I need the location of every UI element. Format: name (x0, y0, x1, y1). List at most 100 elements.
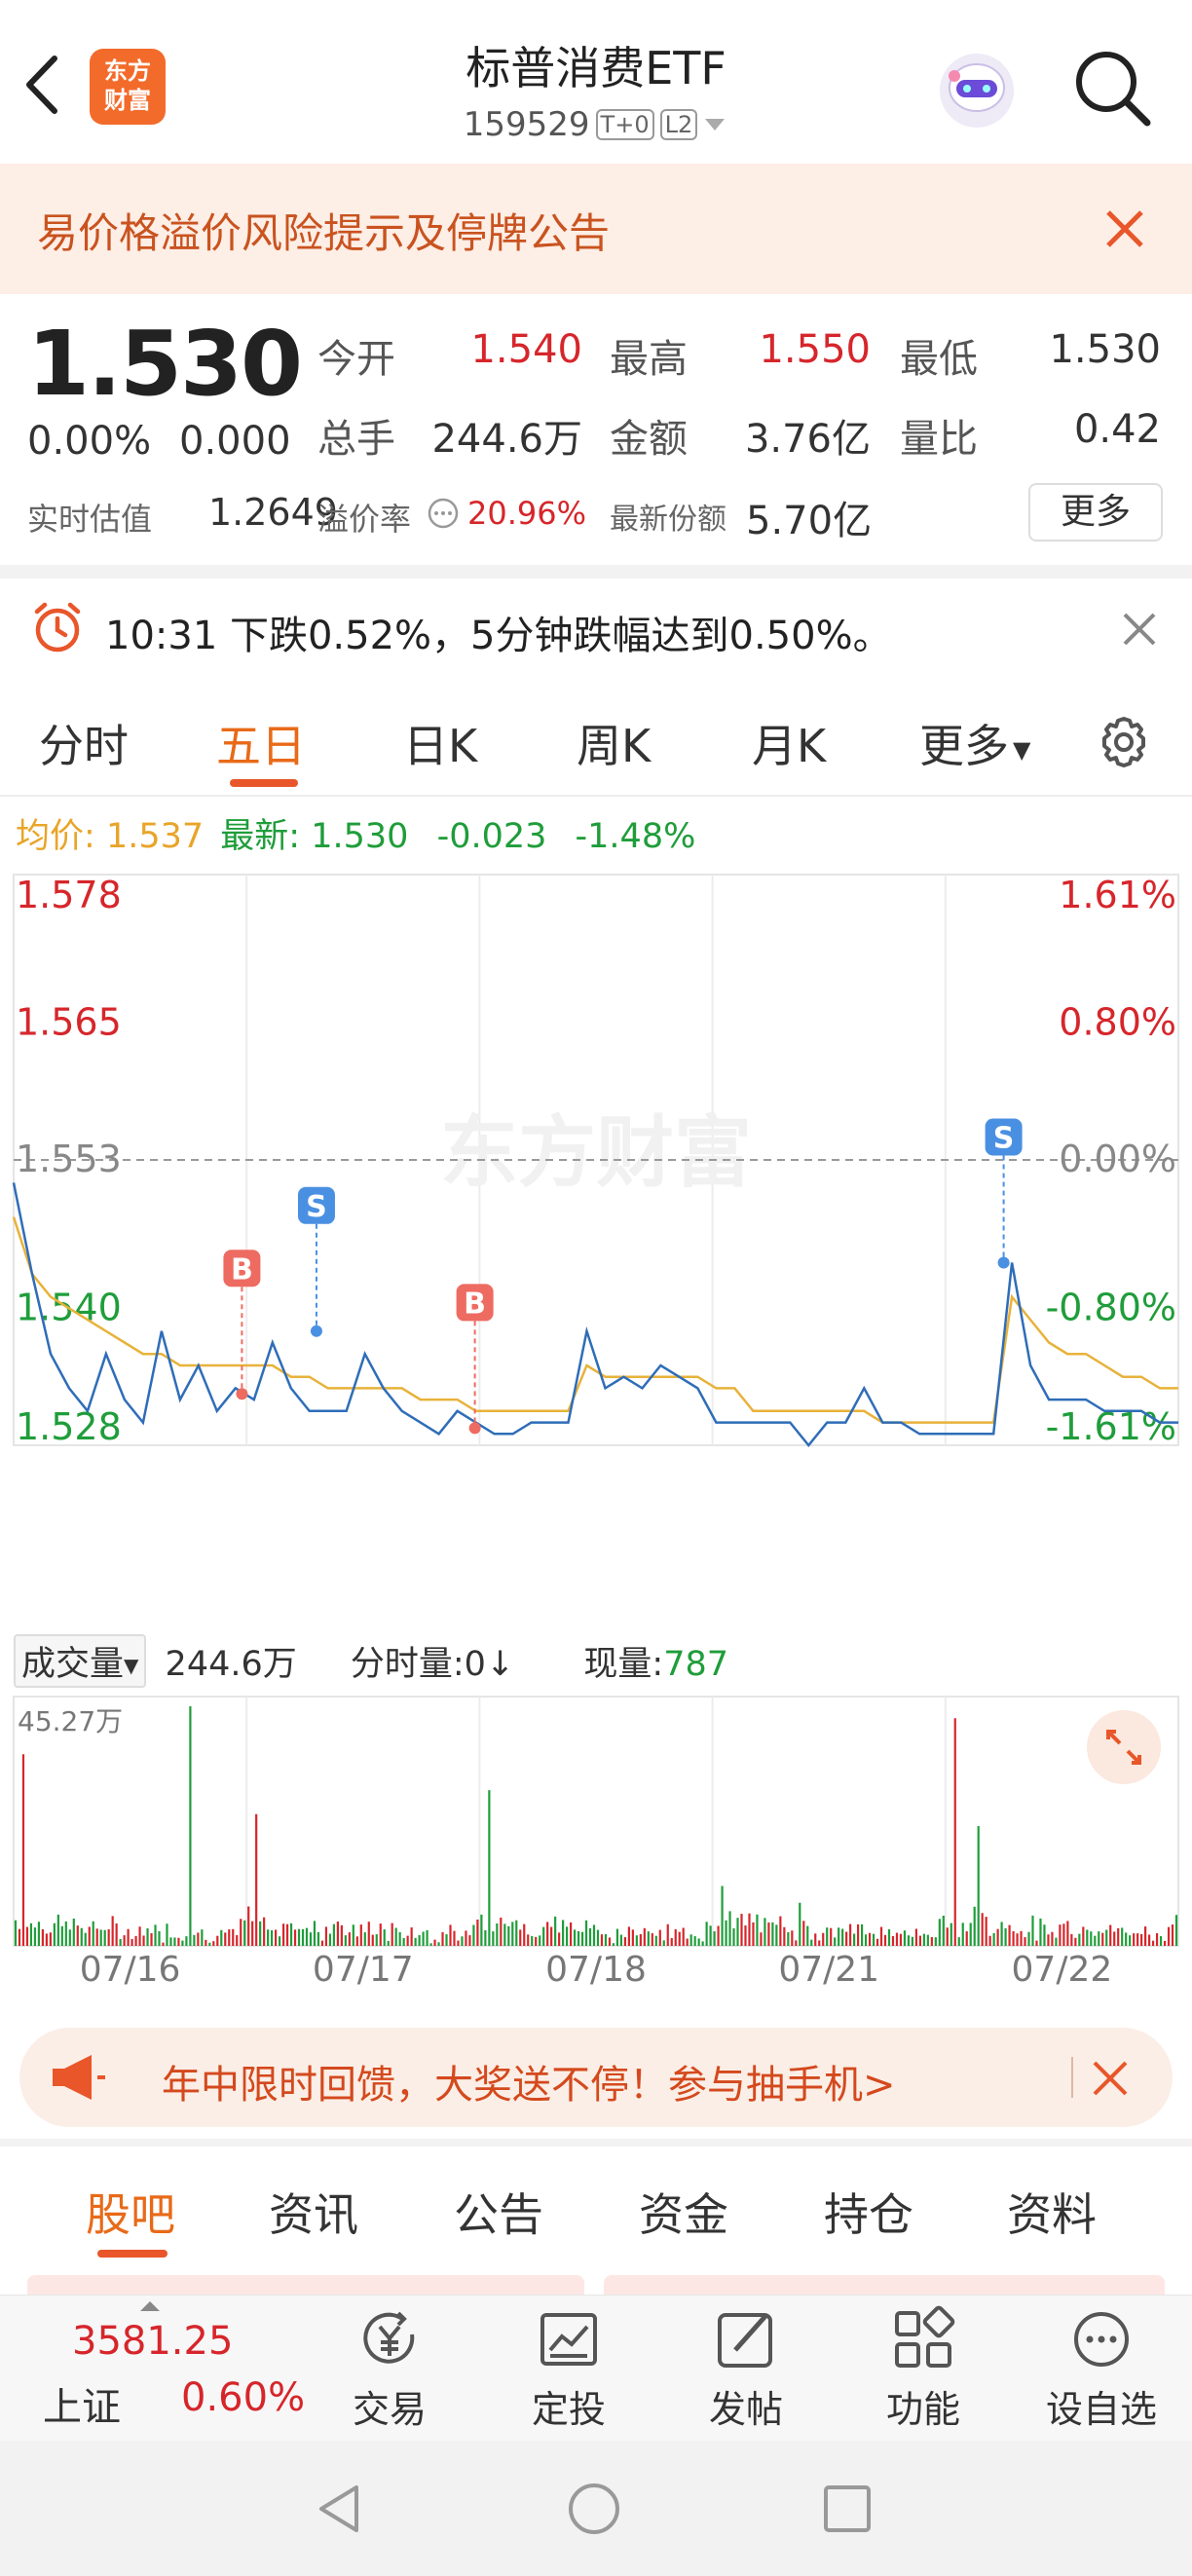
gear-icon[interactable] (1095, 713, 1153, 771)
x-axis-date-label: 07/16 (80, 1950, 181, 1985)
volume-chart[interactable]: 07/16 07/17 07/18 07/21 07/22 (0, 1693, 1192, 1985)
volume-label: 总手 (317, 417, 395, 462)
price-chart[interactable]: 东方财富1.5781.5651.5531.5401.5281.61%0.80%0… (0, 865, 1192, 1449)
tab-funds[interactable]: 资金 (639, 2180, 728, 2244)
y-axis-tick-right: -0.80% (1046, 1286, 1176, 1328)
alert-text: 10:31 下跌0.52%，5分钟跌幅达到0.50%。 (105, 614, 892, 658)
caret-down-icon: ▼ (1013, 735, 1031, 764)
back-icon[interactable] (18, 51, 66, 119)
tab-news[interactable]: 资讯 (269, 2180, 358, 2244)
content-peek-right (604, 2275, 1165, 2295)
nav-back-icon[interactable] (314, 2482, 368, 2536)
chart-info-row: 均价: 1.537 最新: 1.530 -0.023 -1.48% (16, 808, 695, 858)
robot-avatar-icon[interactable] (933, 47, 1021, 134)
trade-button[interactable]: 交易 (331, 2305, 448, 2432)
trade-marker-dot (468, 1422, 481, 1435)
trade-marker-dot (997, 1256, 1010, 1269)
promo-banner[interactable]: 年中限时回馈，大奖送不停！参与抽手机> (19, 2028, 1173, 2127)
tab-daily-k[interactable]: 日K (403, 711, 477, 775)
caret-up-icon (140, 2301, 160, 2311)
risk-notice-bar[interactable]: 易价格溢价风险提示及停牌公告 (0, 164, 1192, 294)
volume-selector[interactable]: 成交量▼ (14, 1634, 147, 1688)
chart-watermark: 东方财富 (440, 1107, 752, 1198)
more-button[interactable]: 更多 (1028, 483, 1163, 541)
shares-value: 5.70亿 (746, 499, 873, 543)
caret-down-icon: ▼ (124, 1654, 139, 1677)
tab-active-indicator (230, 779, 298, 787)
tab-announcements[interactable]: 公告 (454, 2180, 543, 2244)
change-percent: 0.00% (27, 419, 152, 464)
five-day-chart[interactable]: 均价: 1.537 最新: 1.530 -0.023 -1.48% 东方财富 1.… (0, 797, 1192, 2004)
logo-text-top: 东方 (104, 57, 151, 85)
yen-circle-icon (363, 2311, 415, 2364)
tab-more-label: 更多 (919, 720, 1009, 772)
trade-marker-label: B (231, 1252, 253, 1287)
expand-icon[interactable] (1087, 1710, 1161, 1784)
promo-text[interactable]: 年中限时回馈，大奖送不停！参与抽手机> (162, 2053, 896, 2109)
bottom-toolbar: 3581.25 上证 0.60% 交易 定投 发帖 功能 设自选 (0, 2295, 1192, 2441)
system-navigation-bar (0, 2441, 1192, 2576)
tab-profile[interactable]: 资料 (1007, 2180, 1097, 2244)
add-watchlist-label: 设自选 (1045, 2388, 1157, 2431)
y-axis-tick-right: 0.00% (1059, 1138, 1176, 1180)
trade-marker-label: B (464, 1287, 486, 1321)
avg-price-value: 1.537 (105, 817, 205, 856)
close-icon[interactable] (1100, 205, 1149, 253)
eastmoney-logo: 东方 财富 (90, 49, 166, 125)
security-code-row[interactable]: 159529 T+0 L2 (428, 103, 760, 146)
avg-price-label: 均价: (16, 817, 95, 856)
auto-invest-button[interactable]: 定投 (510, 2305, 627, 2432)
close-icon[interactable] (1120, 610, 1159, 649)
tab-holdings[interactable]: 持仓 (824, 2180, 913, 2244)
latest-change-pct: -1.48% (575, 817, 696, 856)
current-volume-value: 787 (663, 1645, 729, 1684)
trade-marker-label: S (306, 1190, 327, 1224)
security-code: 159529 (463, 105, 590, 144)
y-axis-tick-right: 0.80% (1059, 1000, 1176, 1043)
nav-home-icon[interactable] (567, 2482, 621, 2536)
trade-marker-label: S (993, 1121, 1015, 1155)
index-value: 3581.25 (72, 2319, 234, 2364)
y-axis-tick-left: 1.578 (16, 874, 122, 916)
search-icon[interactable] (1071, 47, 1153, 129)
tab-intraday[interactable]: 分时 (39, 711, 129, 775)
index-widget[interactable]: 3581.25 上证 0.60% (0, 2296, 321, 2442)
price-alert-bar[interactable]: 10:31 下跌0.52%，5分钟跌幅达到0.50%。 (0, 579, 1192, 682)
tab-monthly-k[interactable]: 月K (752, 711, 826, 775)
premium-label: 溢价率 (317, 501, 412, 538)
app-header: 东方 财富 标普消费ETF 159529 T+0 L2 (0, 0, 1192, 164)
low-value: 1.530 (1049, 327, 1161, 372)
shares-label: 最新份额 (610, 503, 726, 537)
open-label: 今开 (317, 337, 395, 382)
trade-marker-dot (236, 1388, 248, 1400)
tab-five-day[interactable]: 五日 (216, 711, 306, 775)
series-line-price (12, 1182, 1178, 1447)
tab-weekly-k[interactable]: 周K (577, 711, 651, 775)
y-axis-tick-right: 1.61% (1059, 874, 1176, 916)
latest-change: -0.023 (436, 817, 547, 856)
megaphone-icon (49, 2051, 107, 2104)
low-label: 最低 (900, 337, 978, 382)
post-label: 发帖 (708, 2388, 783, 2431)
banner-divider (1071, 2057, 1073, 2098)
t0-badge: T+0 (595, 109, 654, 140)
x-axis-date-label: 07/18 (545, 1950, 647, 1985)
risk-notice-text[interactable]: 易价格溢价风险提示及停牌公告 (37, 201, 610, 260)
y-axis-tick-left: 1.565 (16, 1000, 122, 1043)
volume-ratio-label: 量比 (900, 417, 978, 462)
volume-total: 244.6万 (165, 1645, 297, 1684)
info-icon[interactable] (427, 497, 460, 530)
iopv-label: 实时估值 (27, 501, 153, 538)
high-label: 最高 (610, 337, 688, 382)
close-icon[interactable] (1091, 2059, 1130, 2098)
functions-button[interactable]: 功能 (865, 2305, 982, 2432)
tab-more[interactable]: 更多 ▼ (919, 711, 1030, 775)
minute-volume: 分时量:0↓ (350, 1645, 515, 1684)
logo-text-bottom: 财富 (104, 87, 151, 114)
trade-marker-dot (310, 1325, 322, 1337)
tab-forum[interactable]: 股吧 (86, 2180, 175, 2244)
add-watchlist-button[interactable]: 设自选 (1028, 2305, 1174, 2432)
nav-recents-icon[interactable] (822, 2483, 873, 2534)
amount-label: 金额 (610, 417, 688, 462)
post-button[interactable]: 发帖 (688, 2305, 804, 2432)
